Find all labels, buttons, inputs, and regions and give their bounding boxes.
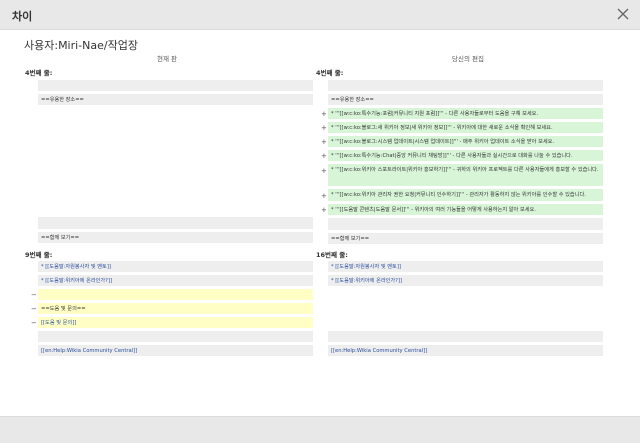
removed-marker: −	[31, 291, 37, 299]
added-marker: +	[321, 124, 327, 132]
dialog-footer	[0, 416, 640, 443]
added-marker: +	[321, 152, 327, 160]
diff-added-line: * '''[[w:c:ko:위키아 스포트라이트|위키아 홍보하기]]''' -…	[328, 164, 603, 186]
diff-context-line: [[en:Help:Wikia Community Central]]	[38, 345, 313, 356]
dialog-header: 차이	[0, 0, 640, 30]
diff-context-line: ==유용한 장소==	[328, 94, 603, 105]
added-marker: +	[321, 192, 327, 200]
added-marker: +	[321, 110, 327, 118]
diff-added-line: * '''[[도움말 콘텐츠|도움말 문서]]''' - 위키아의 여러 기능들…	[328, 204, 603, 215]
link-text[interactable]: [[도움 및 문의]]	[41, 320, 76, 326]
diff-context-line: * [[도움말:위키아에 온라인가?]]	[38, 275, 313, 286]
added-marker: +	[321, 167, 327, 175]
diff-context-line	[328, 331, 603, 342]
diff-removed-line: [[도움 및 문의]]	[38, 317, 313, 328]
diff-context-line: ==함께 보기==	[38, 232, 313, 243]
diff-added-line: * '''[[w:c:ko:블로그:시스템 업데이트|시스템 업데이트]]'''…	[328, 136, 603, 147]
diff-added-line: * '''[[w:c:ko:위키아 관리자 권한 요청|커뮤니티 인수하기]]'…	[328, 189, 603, 201]
diff-removed-line	[38, 289, 313, 300]
link-text[interactable]: * [[도움말:자원봉사자 및 멘토]]	[331, 264, 401, 270]
dialog-title: 차이	[12, 10, 33, 23]
line-number-left: 4번째 줄:	[25, 69, 53, 77]
diff-context-line: * [[도움말:자원봉사자 및 멘토]]	[328, 261, 603, 272]
diff-added-line: * '''[[w:c:ko:특수기능:포럼|커뮤니티 지원 포럼]]''' - …	[328, 108, 603, 119]
column-header-yours: 당신의 편집	[452, 55, 484, 63]
removed-marker: −	[31, 305, 37, 313]
link-text[interactable]: * [[도움말:자원봉사자 및 멘토]]	[41, 264, 111, 270]
link-text[interactable]: * [[도움말:위키아에 온라인가?]]	[41, 278, 112, 284]
line-number-left: 9번째 줄:	[25, 251, 53, 259]
diff-added-line: * '''[[w:c:ko:블로그:새 위키아 정보|새 위키아 정보]]'''…	[328, 122, 603, 133]
removed-marker: −	[31, 319, 37, 327]
diff-removed-line: ==도움 및 문의==	[38, 303, 313, 314]
diff-context-line	[38, 217, 313, 229]
diff-context-line: * [[도움말:위키아에 온라인가?]]	[328, 275, 603, 286]
diff-context-line	[38, 331, 313, 342]
diff-added-line: * '''[[w:c:ko:특수기능:Chat|중앙 커뮤니티 채팅방]]'''…	[328, 150, 603, 161]
diff-context-line: [[en:Help:Wikia Community Central]]	[328, 345, 603, 356]
link-text[interactable]: [[en:Help:Wikia Community Central]]	[41, 348, 137, 354]
diff-context-line	[38, 80, 313, 91]
page-title: 사용자:Miri-Nae/작업장	[24, 39, 138, 52]
column-header-current: 현재 판	[157, 55, 178, 63]
line-number-right: 16번째 줄:	[316, 251, 348, 259]
added-marker: +	[321, 138, 327, 146]
link-text[interactable]: [[en:Help:Wikia Community Central]]	[331, 348, 427, 354]
link-text[interactable]: * [[도움말:위키아에 온라인가?]]	[331, 278, 402, 284]
line-number-right: 4번째 줄:	[316, 69, 344, 77]
added-marker: +	[321, 206, 327, 214]
diff-context-line: ==유용한 장소==	[38, 94, 313, 105]
close-icon[interactable]	[615, 6, 631, 22]
diff-context-line: ==함께 보기==	[328, 233, 603, 244]
diff-context-line	[328, 218, 603, 230]
diff-context-line	[328, 80, 603, 91]
diff-context-line: * [[도움말:자원봉사자 및 멘토]]	[38, 261, 313, 272]
